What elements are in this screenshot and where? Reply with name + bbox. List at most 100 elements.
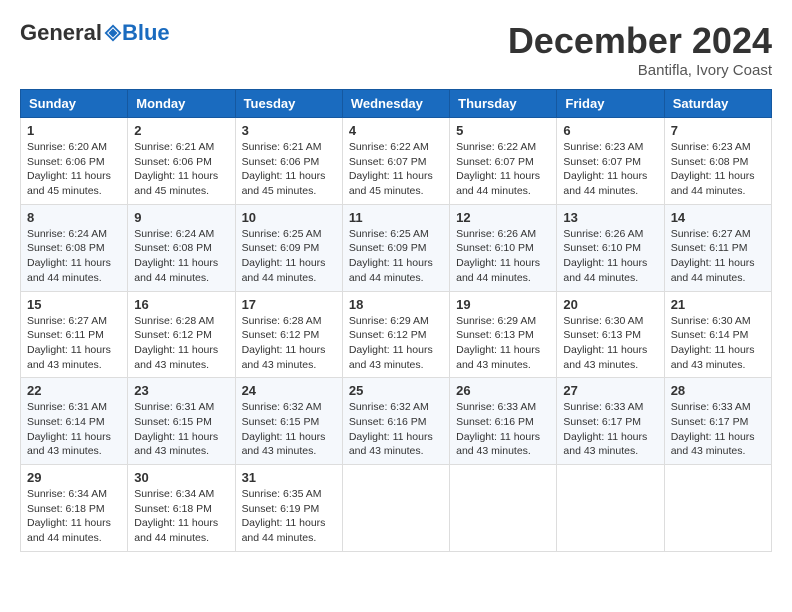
day-number: 16 [134,297,228,312]
day-number: 18 [349,297,443,312]
weekday-header: Friday [557,90,664,118]
day-number: 15 [27,297,121,312]
logo-blue: Blue [122,20,170,46]
weekday-header: Saturday [664,90,771,118]
calendar-day: 24Sunrise: 6:32 AMSunset: 6:15 PMDayligh… [235,378,342,465]
calendar-day: 12 Sunrise: 6:26 AMSunset: 6:10 PMDayligh… [450,204,557,291]
day-info: Sunrise: 6:23 AMSunset: 6:08 PMDaylight:… [671,140,765,199]
day-info: Sunrise: 6:34 AMSunset: 6:18 PMDaylight:… [27,487,121,546]
day-number: 9 [134,210,228,225]
calendar-day: 3Sunrise: 6:21 AMSunset: 6:06 PMDaylight… [235,118,342,205]
day-number: 26 [456,383,550,398]
weekday-header: Sunday [21,90,128,118]
day-number: 22 [27,383,121,398]
calendar-day: 9 Sunrise: 6:24 AMSunset: 6:08 PMDaylight… [128,204,235,291]
calendar-day: 16 Sunrise: 6:28 AMSunset: 6:12 PMDayligh… [128,291,235,378]
calendar-day: 17 Sunrise: 6:28 AMSunset: 6:12 PMDayligh… [235,291,342,378]
weekday-header: Thursday [450,90,557,118]
day-info: Sunrise: 6:35 AMSunset: 6:19 PMDaylight:… [242,487,336,546]
day-info: Sunrise: 6:22 AMSunset: 6:07 PMDaylight:… [349,140,443,199]
calendar-day: 13 Sunrise: 6:26 AMSunset: 6:10 PMDayligh… [557,204,664,291]
day-number: 17 [242,297,336,312]
day-info: Sunrise: 6:28 AMSunset: 6:12 PMDaylight:… [242,314,336,373]
weekday-header: Wednesday [342,90,449,118]
calendar-week-row: 1 Sunrise: 6:20 AMSunset: 6:06 PMDaylight… [21,118,772,205]
day-info: Sunrise: 6:27 AMSunset: 6:11 PMDaylight:… [671,227,765,286]
day-info: Sunrise: 6:32 AMSunset: 6:16 PMDaylight:… [349,400,443,459]
title-area: December 2024 Bantifla, Ivory Coast [508,20,772,79]
location: Bantifla, Ivory Coast [508,62,772,79]
day-info: Sunrise: 6:31 AMSunset: 6:15 PMDaylight:… [134,400,228,459]
calendar-day: 26 Sunrise: 6:33 AMSunset: 6:16 PMDayligh… [450,378,557,465]
day-info: Sunrise: 6:28 AMSunset: 6:12 PMDaylight:… [134,314,228,373]
day-info: Sunrise: 6:31 AMSunset: 6:14 PMDaylight:… [27,400,121,459]
day-info: Sunrise: 6:26 AMSunset: 6:10 PMDaylight:… [456,227,550,286]
day-info: Sunrise: 6:24 AMSunset: 6:08 PMDaylight:… [134,227,228,286]
day-number: 27 [563,383,657,398]
day-number: 21 [671,297,765,312]
day-info: Sunrise: 6:30 AMSunset: 6:13 PMDaylight:… [563,314,657,373]
calendar-day: 11 Sunrise: 6:25 AMSunset: 6:09 PMDayligh… [342,204,449,291]
calendar-day: 25Sunrise: 6:32 AMSunset: 6:16 PMDayligh… [342,378,449,465]
day-number: 5 [456,123,550,138]
day-number: 11 [349,210,443,225]
calendar-day: 27 Sunrise: 6:33 AMSunset: 6:17 PMDayligh… [557,378,664,465]
day-info: Sunrise: 6:29 AMSunset: 6:12 PMDaylight:… [349,314,443,373]
logo: General Blue [20,20,170,46]
calendar-day: 6Sunrise: 6:23 AMSunset: 6:07 PMDaylight… [557,118,664,205]
calendar-week-row: 22 Sunrise: 6:31 AMSunset: 6:14 PMDayligh… [21,378,772,465]
day-number: 28 [671,383,765,398]
calendar-day: 22 Sunrise: 6:31 AMSunset: 6:14 PMDayligh… [21,378,128,465]
day-number: 8 [27,210,121,225]
calendar-day: 29 Sunrise: 6:34 AMSunset: 6:18 PMDayligh… [21,465,128,552]
calendar-day [664,465,771,552]
day-number: 14 [671,210,765,225]
day-info: Sunrise: 6:29 AMSunset: 6:13 PMDaylight:… [456,314,550,373]
day-number: 6 [563,123,657,138]
calendar-day: 20Sunrise: 6:30 AMSunset: 6:13 PMDayligh… [557,291,664,378]
calendar-day [450,465,557,552]
day-number: 1 [27,123,121,138]
day-info: Sunrise: 6:25 AMSunset: 6:09 PMDaylight:… [242,227,336,286]
calendar-day: 21Sunrise: 6:30 AMSunset: 6:14 PMDayligh… [664,291,771,378]
day-info: Sunrise: 6:33 AMSunset: 6:17 PMDaylight:… [671,400,765,459]
calendar-week-row: 15 Sunrise: 6:27 AMSunset: 6:11 PMDayligh… [21,291,772,378]
day-number: 29 [27,470,121,485]
calendar-day: 5 Sunrise: 6:22 AMSunset: 6:07 PMDaylight… [450,118,557,205]
day-number: 4 [349,123,443,138]
calendar-week-row: 29 Sunrise: 6:34 AMSunset: 6:18 PMDayligh… [21,465,772,552]
calendar-day: 30 Sunrise: 6:34 AMSunset: 6:18 PMDayligh… [128,465,235,552]
calendar: SundayMondayTuesdayWednesdayThursdayFrid… [20,89,772,552]
day-number: 7 [671,123,765,138]
day-info: Sunrise: 6:27 AMSunset: 6:11 PMDaylight:… [27,314,121,373]
calendar-day: 1 Sunrise: 6:20 AMSunset: 6:06 PMDaylight… [21,118,128,205]
day-info: Sunrise: 6:20 AMSunset: 6:06 PMDaylight:… [27,140,121,199]
day-info: Sunrise: 6:33 AMSunset: 6:17 PMDaylight:… [563,400,657,459]
day-number: 13 [563,210,657,225]
calendar-day: 8Sunrise: 6:24 AMSunset: 6:08 PMDaylight… [21,204,128,291]
calendar-day: 19Sunrise: 6:29 AMSunset: 6:13 PMDayligh… [450,291,557,378]
calendar-day: 7 Sunrise: 6:23 AMSunset: 6:08 PMDaylight… [664,118,771,205]
weekday-header: Monday [128,90,235,118]
month-title: December 2024 [508,20,772,62]
day-number: 30 [134,470,228,485]
calendar-day: 15 Sunrise: 6:27 AMSunset: 6:11 PMDayligh… [21,291,128,378]
day-info: Sunrise: 6:21 AMSunset: 6:06 PMDaylight:… [134,140,228,199]
day-number: 23 [134,383,228,398]
calendar-day: 23 Sunrise: 6:31 AMSunset: 6:15 PMDayligh… [128,378,235,465]
day-info: Sunrise: 6:34 AMSunset: 6:18 PMDaylight:… [134,487,228,546]
day-number: 12 [456,210,550,225]
day-info: Sunrise: 6:22 AMSunset: 6:07 PMDaylight:… [456,140,550,199]
days-header-row: SundayMondayTuesdayWednesdayThursdayFrid… [21,90,772,118]
day-number: 2 [134,123,228,138]
day-info: Sunrise: 6:33 AMSunset: 6:16 PMDaylight:… [456,400,550,459]
calendar-day: 31Sunrise: 6:35 AMSunset: 6:19 PMDayligh… [235,465,342,552]
calendar-day: 28 Sunrise: 6:33 AMSunset: 6:17 PMDayligh… [664,378,771,465]
day-info: Sunrise: 6:25 AMSunset: 6:09 PMDaylight:… [349,227,443,286]
logo-general: General [20,20,102,46]
day-info: Sunrise: 6:26 AMSunset: 6:10 PMDaylight:… [563,227,657,286]
calendar-day: 2 Sunrise: 6:21 AMSunset: 6:06 PMDaylight… [128,118,235,205]
calendar-day [557,465,664,552]
day-info: Sunrise: 6:32 AMSunset: 6:15 PMDaylight:… [242,400,336,459]
calendar-day: 10Sunrise: 6:25 AMSunset: 6:09 PMDayligh… [235,204,342,291]
